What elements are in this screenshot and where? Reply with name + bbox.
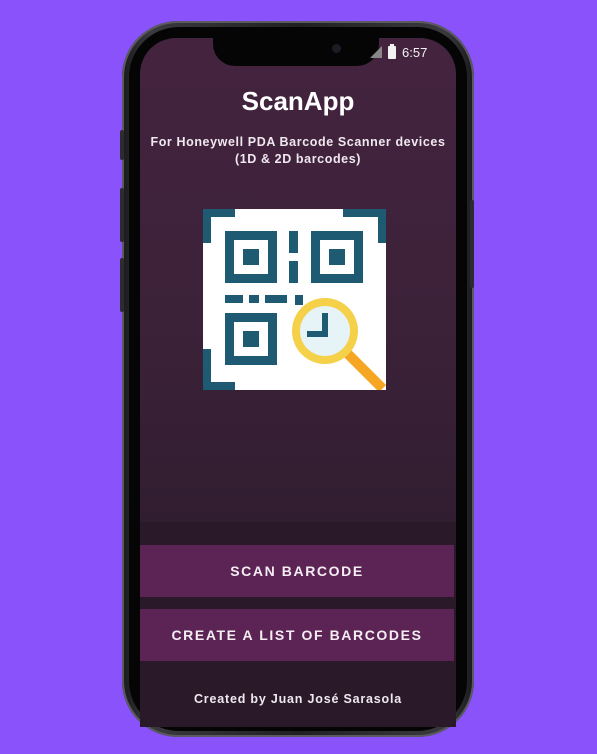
scan-barcode-button[interactable]: SCAN BARCODE <box>140 545 454 597</box>
signal-icon <box>370 46 382 58</box>
app-title: ScanApp <box>241 86 355 116</box>
notch <box>213 38 379 66</box>
footer-credit: Created by Juan José Sarasola <box>193 692 402 706</box>
status-time: 6:57 <box>402 44 428 60</box>
side-button-volume-down <box>120 258 124 312</box>
qr-code-magnifier-icon <box>203 209 386 390</box>
create-list-button[interactable]: CREATE A LIST OF BARCODES <box>140 609 454 661</box>
side-button-mute <box>120 130 124 160</box>
status-bar: 6:57 <box>370 42 454 62</box>
side-button-power <box>470 200 474 288</box>
app-subtitle: For Honeywell PDA Barcode Scanner device… <box>150 135 446 166</box>
battery-icon <box>388 43 396 59</box>
side-button-volume-up <box>120 188 124 242</box>
front-camera-icon <box>332 44 341 53</box>
